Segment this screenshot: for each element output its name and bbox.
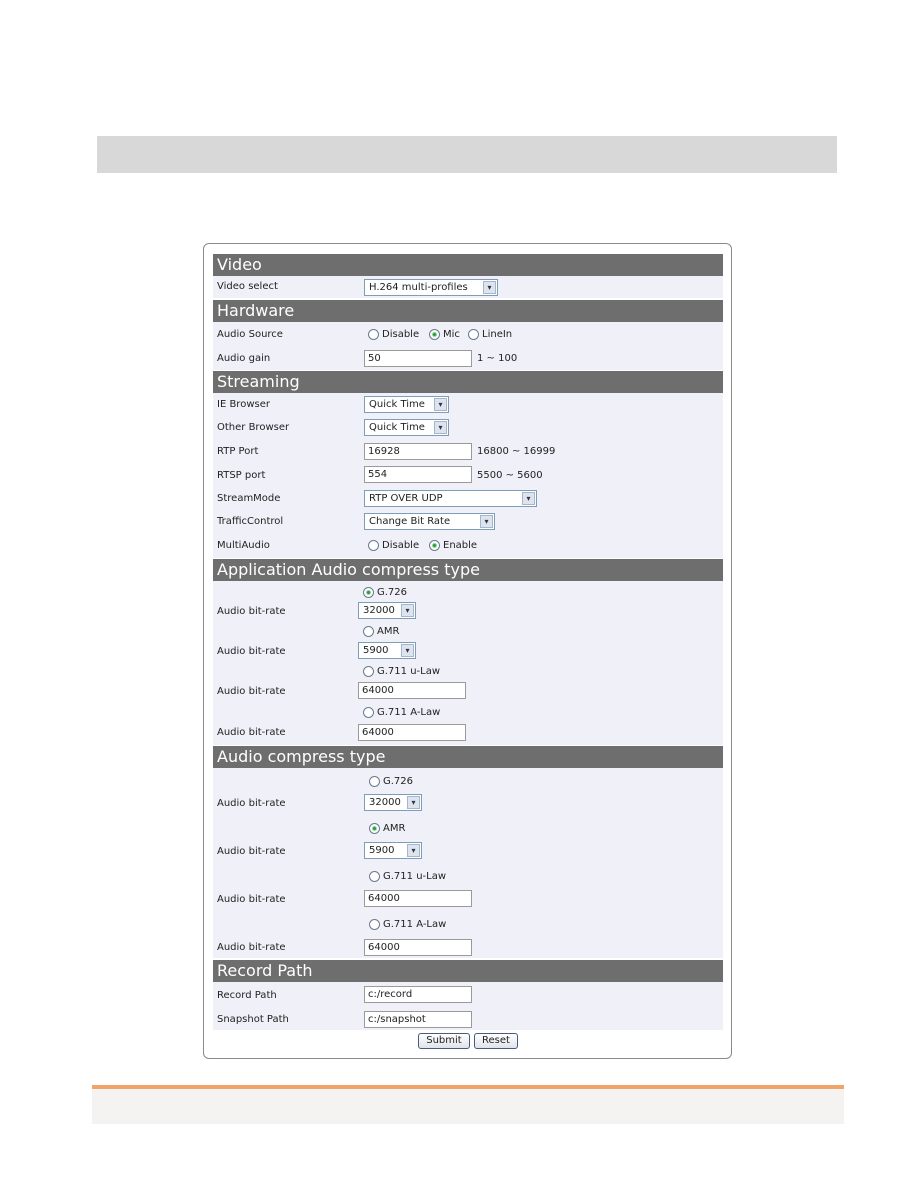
reset-button[interactable]: Reset <box>474 1033 518 1049</box>
radio-selected-icon <box>369 823 380 834</box>
section-body-app-audio <box>213 581 723 745</box>
chevron-down-icon[interactable]: ▾ <box>401 604 414 617</box>
audio-gain-range: 1 ~ 100 <box>477 353 518 364</box>
chevron-down-icon[interactable]: ▾ <box>434 398 447 411</box>
rtsp-port-input[interactable]: 554 <box>364 466 472 483</box>
ie-browser-dropdown[interactable]: Quick Time ▾ <box>364 396 449 413</box>
chevron-down-icon[interactable]: ▾ <box>401 644 414 657</box>
radio-icon <box>363 666 374 677</box>
audio-source-linein-radio[interactable]: LineIn <box>468 329 512 340</box>
chevron-down-icon[interactable]: ▾ <box>434 421 447 434</box>
radio-selected-icon <box>429 540 440 551</box>
multi-audio-enable-radio[interactable]: Enable <box>429 540 477 551</box>
audio-compress-g726-bitrate-dropdown[interactable]: 32000 ▾ <box>364 794 422 811</box>
radio-selected-icon <box>363 587 374 598</box>
rtp-port-input[interactable]: 16928 <box>364 443 472 460</box>
other-browser-dropdown[interactable]: Quick Time ▾ <box>364 419 449 436</box>
chevron-down-icon[interactable]: ▾ <box>522 492 535 505</box>
audio-source-label: Audio Source <box>217 329 283 340</box>
audio-compress-bitrate-label: Audio bit-rate <box>217 942 286 953</box>
settings-panel: Video Video select H.264 multi-profiles … <box>203 243 732 1059</box>
radio-icon <box>369 776 380 787</box>
chevron-down-icon[interactable]: ▾ <box>407 844 420 857</box>
section-header-hardware: Hardware <box>213 300 723 322</box>
section-header-video: Video <box>213 254 723 276</box>
audio-gain-input[interactable]: 50 <box>364 350 472 367</box>
snapshot-path-label: Snapshot Path <box>217 1014 289 1025</box>
app-audio-g726-bitrate-dropdown[interactable]: 32000 ▾ <box>358 602 416 619</box>
radio-icon <box>369 919 380 930</box>
audio-compress-amr-bitrate-dropdown[interactable]: 5900 ▾ <box>364 842 422 859</box>
traffic-control-dropdown[interactable]: Change Bit Rate ▾ <box>364 513 495 530</box>
record-path-input[interactable]: c:/record <box>364 986 472 1003</box>
chevron-down-icon[interactable]: ▾ <box>480 515 493 528</box>
multi-audio-label: MultiAudio <box>217 540 270 551</box>
rtsp-port-range: 5500 ~ 5600 <box>477 470 543 481</box>
footer-bar <box>92 1089 844 1124</box>
audio-compress-bitrate-label: Audio bit-rate <box>217 894 286 905</box>
rtsp-port-label: RTSP port <box>217 470 266 481</box>
app-audio-g711a-bitrate-input[interactable]: 64000 <box>358 724 466 741</box>
section-body-audio-compress <box>213 768 723 958</box>
audio-compress-amr-radio[interactable]: AMR <box>369 823 405 834</box>
app-audio-bitrate-label: Audio bit-rate <box>217 686 286 697</box>
app-audio-bitrate-label: Audio bit-rate <box>217 646 286 657</box>
chevron-down-icon[interactable]: ▾ <box>483 281 496 294</box>
app-audio-bitrate-label: Audio bit-rate <box>217 606 286 617</box>
radio-selected-icon <box>429 329 440 340</box>
audio-compress-g726-radio[interactable]: G.726 <box>369 776 413 787</box>
audio-source-disable-radio[interactable]: Disable <box>368 329 419 340</box>
audio-compress-g711a-bitrate-input[interactable]: 64000 <box>364 939 472 956</box>
section-header-streaming: Streaming <box>213 371 723 393</box>
app-audio-g711u-bitrate-input[interactable]: 64000 <box>358 682 466 699</box>
section-header-audio-compress: Audio compress type <box>213 746 723 768</box>
section-header-record-path: Record Path <box>213 960 723 982</box>
radio-icon <box>363 626 374 637</box>
audio-compress-g711u-radio[interactable]: G.711 u-Law <box>369 871 446 882</box>
radio-icon <box>363 707 374 718</box>
app-audio-bitrate-label: Audio bit-rate <box>217 727 286 738</box>
stream-mode-dropdown[interactable]: RTP OVER UDP ▾ <box>364 490 537 507</box>
multi-audio-disable-radio[interactable]: Disable <box>368 540 419 551</box>
radio-icon <box>468 329 479 340</box>
traffic-control-label: TrafficControl <box>217 516 284 527</box>
radio-icon <box>368 329 379 340</box>
video-select-label: Video select <box>217 281 278 292</box>
audio-gain-label: Audio gain <box>217 353 271 364</box>
record-path-label: Record Path <box>217 990 277 1001</box>
other-browser-label: Other Browser <box>217 422 290 433</box>
rtp-port-range: 16800 ~ 16999 <box>477 446 556 457</box>
app-audio-g711u-radio[interactable]: G.711 u-Law <box>363 666 440 677</box>
ie-browser-label: IE Browser <box>217 399 270 410</box>
audio-compress-g711a-radio[interactable]: G.711 A-Law <box>369 919 446 930</box>
app-audio-g711a-radio[interactable]: G.711 A-Law <box>363 707 440 718</box>
snapshot-path-input[interactable]: c:/snapshot <box>364 1011 472 1028</box>
radio-icon <box>368 540 379 551</box>
video-select-value: H.264 multi-profiles <box>369 282 468 293</box>
header-bar <box>97 136 837 173</box>
video-select-dropdown[interactable]: H.264 multi-profiles ▾ <box>364 279 498 296</box>
audio-source-mic-radio[interactable]: Mic <box>429 329 460 340</box>
audio-compress-bitrate-label: Audio bit-rate <box>217 798 286 809</box>
app-audio-amr-radio[interactable]: AMR <box>363 626 399 637</box>
app-audio-g726-radio[interactable]: G.726 <box>363 587 407 598</box>
submit-button[interactable]: Submit <box>418 1033 470 1049</box>
chevron-down-icon[interactable]: ▾ <box>407 796 420 809</box>
audio-compress-g711u-bitrate-input[interactable]: 64000 <box>364 890 472 907</box>
radio-icon <box>369 871 380 882</box>
app-audio-amr-bitrate-dropdown[interactable]: 5900 ▾ <box>358 642 416 659</box>
section-header-app-audio: Application Audio compress type <box>213 559 723 581</box>
rtp-port-label: RTP Port <box>217 446 259 457</box>
stream-mode-label: StreamMode <box>217 493 281 504</box>
audio-compress-bitrate-label: Audio bit-rate <box>217 846 286 857</box>
